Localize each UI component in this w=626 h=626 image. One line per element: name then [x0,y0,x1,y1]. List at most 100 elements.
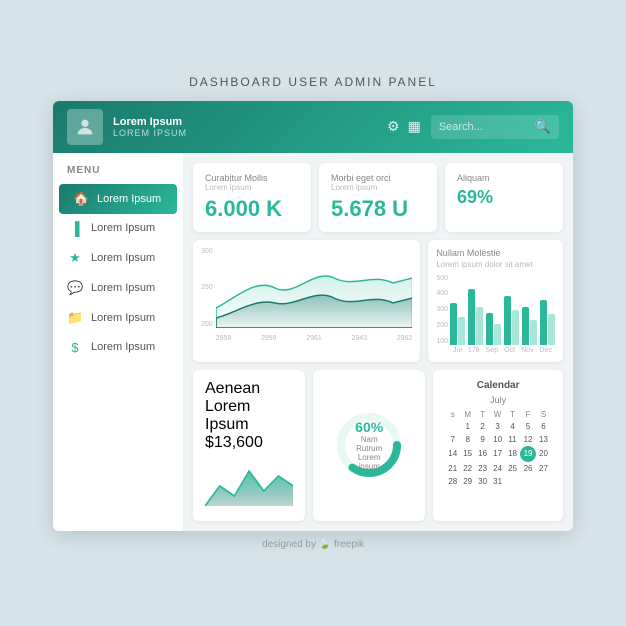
cal-day[interactable]: 18 [505,446,520,462]
cal-day[interactable]: 25 [505,462,520,475]
bar-chart-subtitle: Lorem ipsum dolor sit amet [436,260,555,269]
bottom-left-label: Aenean [205,380,293,398]
cal-day[interactable]: 6 [536,420,551,433]
cal-day[interactable]: 15 [460,446,475,462]
cal-day[interactable]: 1 [460,420,475,433]
bottom-row: Aenean Lorem Ipsum $13,600 [193,370,563,521]
cal-day[interactable]: 10 [490,433,505,446]
card-2: Aliquam 69% [445,163,563,232]
cal-day[interactable] [520,475,536,488]
cal-day[interactable]: 20 [536,446,551,462]
sidebar-label-3: Lorem Ipsum [91,282,155,294]
search-input[interactable] [439,121,529,133]
sidebar-item-2[interactable]: ★ Lorem Ipsum [53,243,183,273]
cal-day[interactable]: 3 [490,420,505,433]
cal-day[interactable]: 12 [520,433,536,446]
charts-row: 300 250 200 [193,240,563,362]
bottom-left-card: Aenean Lorem Ipsum $13,600 [193,370,305,521]
calendar-card: Calendar July s M T W T F S [433,370,563,521]
menu-label: MENU [53,165,183,184]
card-2-value: 69% [457,187,551,208]
mountain-chart [205,456,293,506]
cal-day[interactable]: 27 [536,462,551,475]
cal-day[interactable] [536,475,551,488]
card-0-value: 6.000 K [205,196,299,222]
cal-day[interactable]: 26 [520,462,536,475]
cal-day[interactable]: 4 [505,420,520,433]
cal-day[interactable] [445,420,460,433]
header-icons: ⚙ ▦ [387,118,421,135]
cal-day[interactable]: 17 [490,446,505,462]
cal-day[interactable]: 30 [475,475,490,488]
sidebar-label-5: Lorem Ipsum [91,341,155,353]
search-box[interactable]: 🔍 [431,115,559,139]
bar-group-0 [450,303,465,345]
page-title: DASHBOARD USER ADMIN PANEL [189,75,437,89]
sidebar-item-0[interactable]: 🏠 Lorem Ipsum [59,184,177,214]
donut-card: 60% Nam Rutrum Lorem ipsum [313,370,425,521]
user-name: Lorem Ipsum [113,116,377,128]
cal-header: T [505,409,520,420]
footer: designed by 🍃 freepik [262,531,364,552]
cal-day[interactable]: 16 [475,446,490,462]
bar-group-2 [486,313,501,345]
bar [530,320,537,345]
cal-day[interactable]: 13 [536,433,551,446]
bar-y-labels: 500 400 300 200 100 [436,275,448,345]
footer-text: designed by [262,539,316,550]
grid-icon[interactable]: ▦ [408,118,421,135]
card-0-sublabel: Lorem ipsum [205,183,299,192]
user-sub: LOREM IPSUM [113,128,377,138]
sidebar-label-1: Lorem Ipsum [91,222,155,234]
area-chart-card: 300 250 200 [193,240,420,362]
chart-icon: ▐ [67,221,83,236]
sidebar-item-5[interactable]: $ Lorem Ipsum [53,333,183,362]
star-icon: ★ [67,250,83,266]
cal-day[interactable]: 11 [505,433,520,446]
donut-sublabel: Nam Rutrum [352,435,387,453]
cal-header: S [536,409,551,420]
user-icon [74,116,96,138]
settings-icon[interactable]: ⚙ [387,118,400,135]
donut-label: 60% Nam Rutrum Lorem ipsum [352,419,387,471]
area-chart-svg [216,248,413,328]
home-icon: 🏠 [73,191,89,207]
cal-day[interactable]: 14 [445,446,460,462]
cal-day[interactable]: 21 [445,462,460,475]
cal-day[interactable]: 7 [445,433,460,446]
card-1-label: Morbi eget orci [331,173,425,183]
bar-x-labels: Jul 178 Sep Oct Nov Dec [450,347,555,354]
calendar-table: s M T W T F S 12345678910111213141516171… [445,409,551,488]
donut-sub2: Lorem ipsum [352,453,387,471]
bar [450,303,457,345]
cal-day[interactable]: 5 [520,420,536,433]
sidebar-item-4[interactable]: 📁 Lorem Ipsum [53,303,183,333]
cal-day[interactable]: 28 [445,475,460,488]
cal-day[interactable]: 8 [460,433,475,446]
bar [548,314,555,345]
search-icon[interactable]: 🔍 [535,119,551,135]
cal-day[interactable] [505,475,520,488]
cal-day[interactable]: 23 [475,462,490,475]
cal-day[interactable]: 29 [460,475,475,488]
sidebar-item-1[interactable]: ▐ Lorem Ipsum [53,214,183,243]
cal-day[interactable]: 24 [490,462,505,475]
bar [522,307,529,345]
card-1-value: 5.678 U [331,196,425,222]
cal-day[interactable]: 9 [475,433,490,446]
bottom-left-sublabel: Lorem Ipsum [205,398,293,434]
sidebar-item-3[interactable]: 💬 Lorem Ipsum [53,273,183,303]
footer-brand: freepik [334,539,364,550]
cal-day[interactable]: 2 [475,420,490,433]
bar [476,307,483,345]
bar-group-1 [468,289,483,345]
cal-header: W [490,409,505,420]
card-0-label: Curabitur Mollis [205,173,299,183]
body: MENU 🏠 Lorem Ipsum ▐ Lorem Ipsum ★ Lorem… [53,153,573,531]
card-2-label: Aliquam [457,173,551,183]
cards-row: Curabitur Mollis Lorem ipsum 6.000 K Mor… [193,163,563,232]
cal-day[interactable]: 22 [460,462,475,475]
calendar-title: Calendar [445,380,551,391]
cal-day[interactable]: 19 [520,446,536,462]
cal-day[interactable]: 31 [490,475,505,488]
